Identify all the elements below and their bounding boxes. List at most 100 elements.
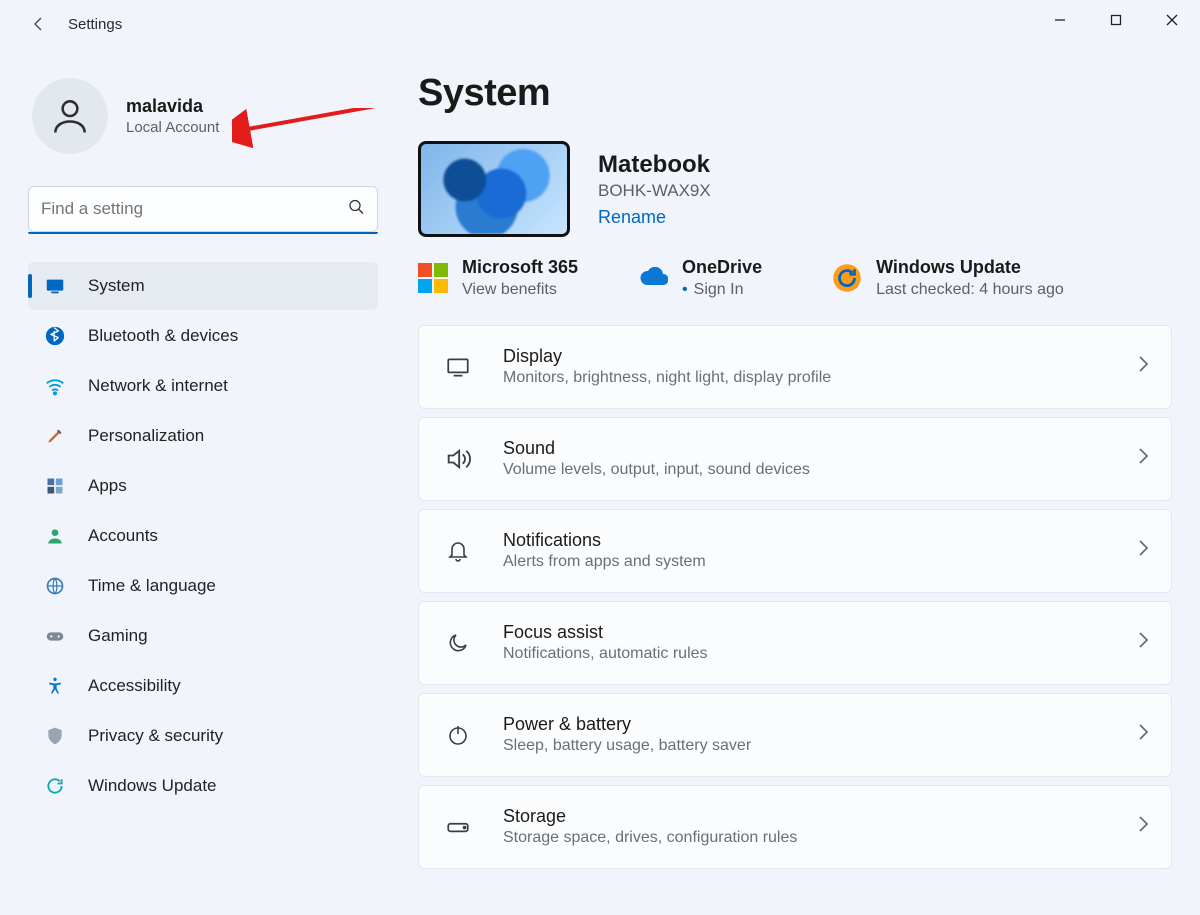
sidebar-item-network[interactable]: Network & internet xyxy=(28,362,378,410)
setting-title: Notifications xyxy=(503,530,1109,551)
setting-title: Power & battery xyxy=(503,714,1109,735)
sidebar-item-label: Network & internet xyxy=(88,376,228,396)
setting-sub: Notifications, automatic rules xyxy=(503,645,1109,663)
sidebar-item-label: Accessibility xyxy=(88,676,181,696)
service-onedrive[interactable]: OneDrive •Sign In xyxy=(638,257,762,299)
setting-sub: Volume levels, output, input, sound devi… xyxy=(503,461,1109,479)
sidebar-item-personalization[interactable]: Personalization xyxy=(28,412,378,460)
setting-title: Storage xyxy=(503,806,1109,827)
sidebar-item-label: Gaming xyxy=(88,626,148,646)
search-icon xyxy=(348,199,364,220)
page-title: System xyxy=(418,72,1172,115)
sidebar-item-accessibility[interactable]: Accessibility xyxy=(28,662,378,710)
back-button[interactable] xyxy=(22,7,56,41)
sidebar-item-gaming[interactable]: Gaming xyxy=(28,612,378,660)
bell-icon xyxy=(441,539,475,563)
apps-icon xyxy=(44,475,66,497)
sidebar-item-label: Apps xyxy=(88,476,127,496)
minimize-button[interactable] xyxy=(1032,0,1088,40)
chevron-right-icon xyxy=(1137,631,1149,654)
chevron-right-icon xyxy=(1137,815,1149,838)
service-sub: •Sign In xyxy=(682,281,762,299)
update-icon xyxy=(44,775,66,797)
person-icon xyxy=(48,94,92,138)
chevron-right-icon xyxy=(1137,723,1149,746)
maximize-button[interactable] xyxy=(1088,0,1144,40)
nav-list: System Bluetooth & devices Network & int… xyxy=(28,262,378,810)
sidebar-item-label: Bluetooth & devices xyxy=(88,326,238,346)
setting-sub: Alerts from apps and system xyxy=(503,553,1109,571)
close-button[interactable] xyxy=(1144,0,1200,40)
sidebar-item-accounts[interactable]: Accounts xyxy=(28,512,378,560)
device-header: Matebook BOHK-WAX9X Rename xyxy=(418,141,1172,237)
wifi-icon xyxy=(44,375,66,397)
setting-item-display[interactable]: Display Monitors, brightness, night ligh… xyxy=(418,325,1172,409)
sidebar-item-system[interactable]: System xyxy=(28,262,378,310)
service-title: OneDrive xyxy=(682,257,762,279)
setting-sub: Sleep, battery usage, battery saver xyxy=(503,737,1109,755)
person-icon xyxy=(44,525,66,547)
storage-icon xyxy=(441,814,475,840)
service-title: Windows Update xyxy=(876,257,1064,279)
sidebar-item-time-language[interactable]: Time & language xyxy=(28,562,378,610)
user-name: malavida xyxy=(126,96,219,117)
service-m365[interactable]: Microsoft 365 View benefits xyxy=(418,257,578,299)
avatar xyxy=(32,78,108,154)
setting-item-notifications[interactable]: Notifications Alerts from apps and syste… xyxy=(418,509,1172,593)
services-row: Microsoft 365 View benefits OneDrive •Si… xyxy=(418,257,1172,299)
gamepad-icon xyxy=(44,625,66,647)
app-title: Settings xyxy=(68,16,122,33)
sidebar-item-label: Time & language xyxy=(88,576,216,596)
service-sub: View benefits xyxy=(462,281,578,299)
device-model: BOHK-WAX9X xyxy=(598,181,711,201)
user-subtitle: Local Account xyxy=(126,119,219,136)
search-box[interactable] xyxy=(28,186,378,232)
globe-clock-icon xyxy=(44,575,66,597)
chevron-right-icon xyxy=(1137,447,1149,470)
setting-item-storage[interactable]: Storage Storage space, drives, configura… xyxy=(418,785,1172,869)
setting-title: Sound xyxy=(503,438,1109,459)
bluetooth-icon xyxy=(44,325,66,347)
setting-item-sound[interactable]: Sound Volume levels, output, input, soun… xyxy=(418,417,1172,501)
device-thumbnail xyxy=(418,141,570,237)
user-account-block[interactable]: malavida Local Account xyxy=(28,48,378,184)
chevron-right-icon xyxy=(1137,539,1149,562)
service-title: Microsoft 365 xyxy=(462,257,578,279)
rename-link[interactable]: Rename xyxy=(598,207,666,228)
main-panel: System Matebook BOHK-WAX9X Rename Micros… xyxy=(418,48,1172,869)
monitor-icon xyxy=(44,275,66,297)
sidebar-item-label: Accounts xyxy=(88,526,158,546)
cloud-icon xyxy=(638,267,668,289)
brush-icon xyxy=(44,425,66,447)
sidebar: malavida Local Account System B xyxy=(28,48,378,869)
sidebar-item-label: System xyxy=(88,276,145,296)
sidebar-item-label: Privacy & security xyxy=(88,726,223,746)
setting-item-power-battery[interactable]: Power & battery Sleep, battery usage, ba… xyxy=(418,693,1172,777)
sidebar-item-apps[interactable]: Apps xyxy=(28,462,378,510)
titlebar: Settings xyxy=(0,0,1200,48)
display-icon xyxy=(441,354,475,380)
setting-sub: Storage space, drives, configuration rul… xyxy=(503,829,1109,847)
accessibility-icon xyxy=(44,675,66,697)
setting-item-focus-assist[interactable]: Focus assist Notifications, automatic ru… xyxy=(418,601,1172,685)
update-icon xyxy=(832,263,862,293)
sidebar-item-label: Personalization xyxy=(88,426,204,446)
sidebar-item-privacy[interactable]: Privacy & security xyxy=(28,712,378,760)
setting-title: Display xyxy=(503,346,1109,367)
microsoft-logo-icon xyxy=(418,263,448,293)
service-sub: Last checked: 4 hours ago xyxy=(876,281,1064,299)
device-name: Matebook xyxy=(598,151,711,179)
search-input[interactable] xyxy=(28,186,378,232)
settings-list: Display Monitors, brightness, night ligh… xyxy=(418,325,1172,869)
power-icon xyxy=(441,723,475,747)
setting-title: Focus assist xyxy=(503,622,1109,643)
setting-sub: Monitors, brightness, night light, displ… xyxy=(503,369,1109,387)
sidebar-item-label: Windows Update xyxy=(88,776,217,796)
sidebar-item-bluetooth[interactable]: Bluetooth & devices xyxy=(28,312,378,360)
moon-icon xyxy=(441,631,475,655)
sound-icon xyxy=(441,445,475,473)
window-controls xyxy=(1032,0,1200,40)
chevron-right-icon xyxy=(1137,355,1149,378)
service-windows-update[interactable]: Windows Update Last checked: 4 hours ago xyxy=(832,257,1064,299)
sidebar-item-windows-update[interactable]: Windows Update xyxy=(28,762,378,810)
